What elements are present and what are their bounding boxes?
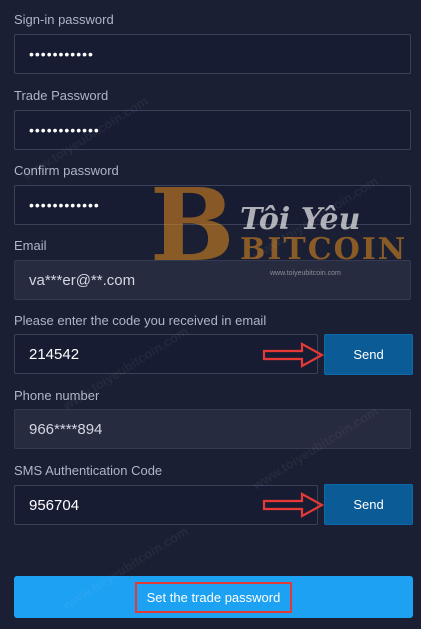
send-email-code-button[interactable]: Send [324, 334, 413, 375]
trade-password-input[interactable] [14, 110, 411, 150]
send-sms-code-button[interactable]: Send [324, 484, 413, 525]
set-trade-password-label: Set the trade password [134, 581, 293, 613]
email-code-label: Please enter the code you received in em… [14, 313, 267, 328]
email-field [14, 260, 411, 300]
trade-password-form: Sign-in password Trade Password Confirm … [0, 0, 421, 629]
signin-password-label: Sign-in password [14, 12, 114, 27]
email-label: Email [14, 238, 47, 253]
signin-password-input[interactable] [14, 34, 411, 74]
phone-number-label: Phone number [14, 388, 100, 403]
annotation-arrow-icon [262, 342, 324, 368]
trade-password-label: Trade Password [14, 88, 109, 103]
confirm-password-label: Confirm password [14, 163, 119, 178]
phone-number-field [14, 409, 411, 449]
confirm-password-input[interactable] [14, 185, 411, 225]
set-trade-password-button[interactable]: Set the trade password [14, 576, 413, 618]
annotation-arrow-icon [262, 492, 324, 518]
sms-code-label: SMS Authentication Code [14, 463, 163, 478]
